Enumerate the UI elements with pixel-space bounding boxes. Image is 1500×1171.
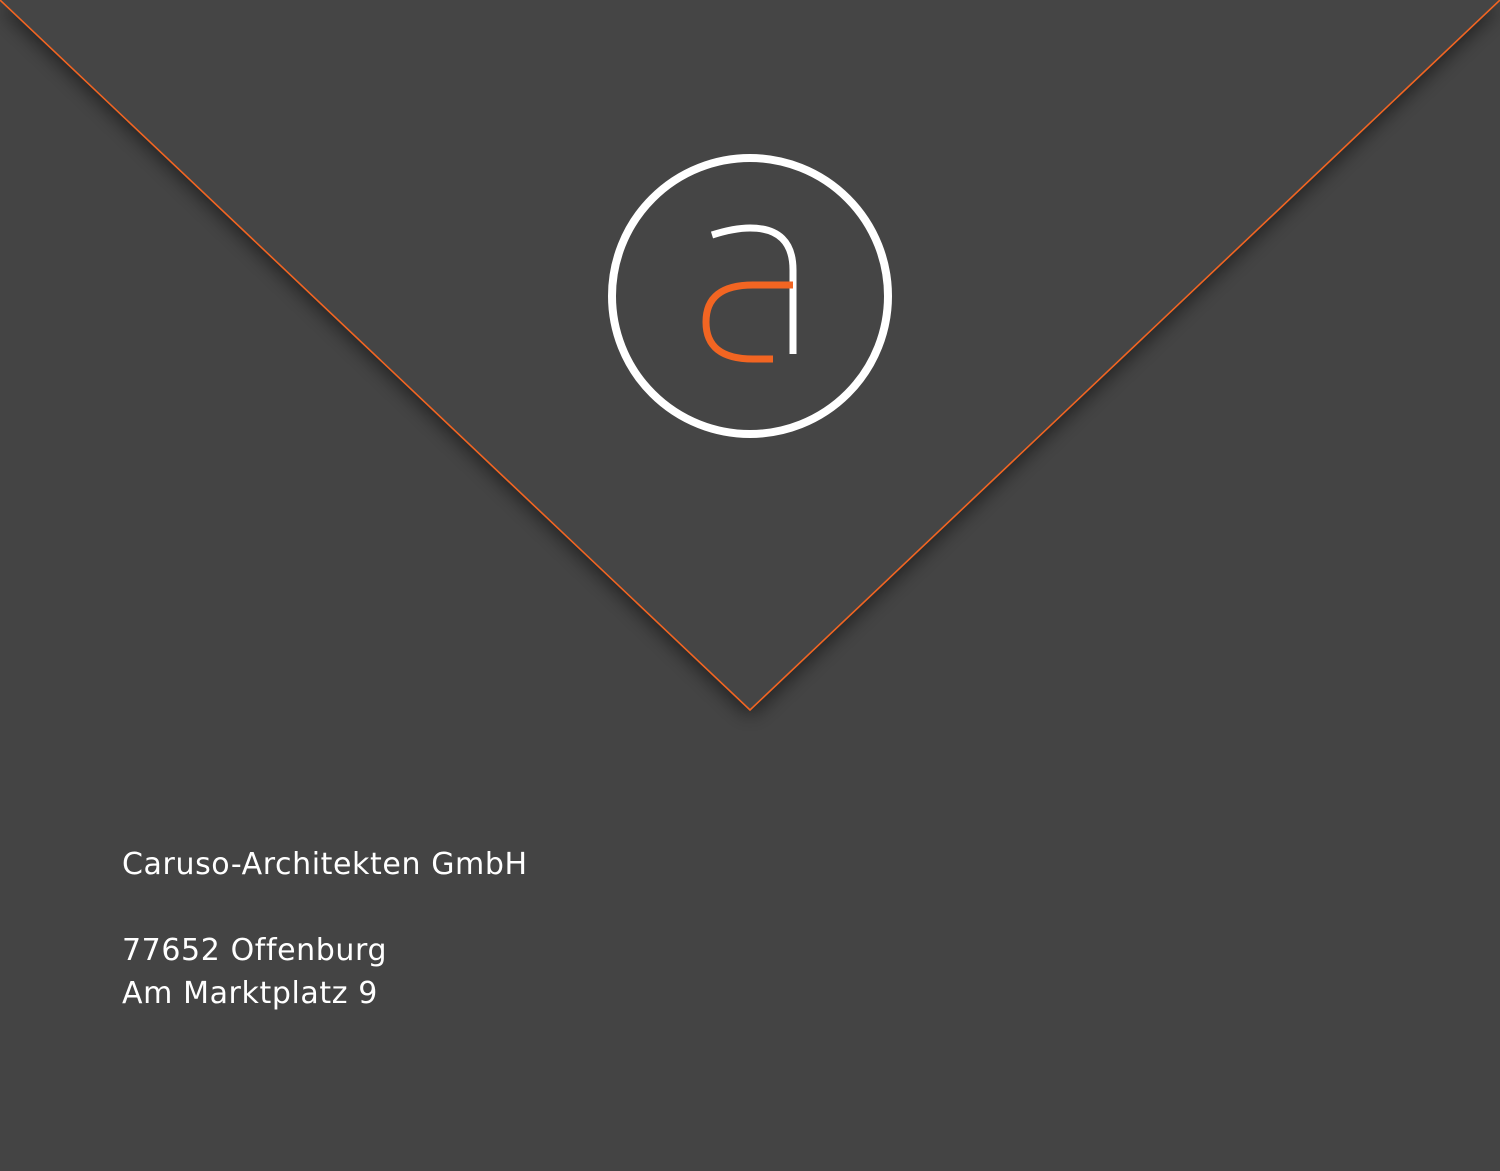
sender-address: Caruso-Architekten GmbH 77652 Offenburg …: [122, 843, 528, 1015]
postal-city: 77652 Offenburg: [122, 933, 388, 968]
logo-ring: [608, 154, 892, 438]
envelope-back: Caruso-Architekten GmbH 77652 Offenburg …: [0, 0, 1500, 1171]
caruso-a-monogram-icon: [608, 154, 892, 438]
company-name: Caruso-Architekten GmbH: [122, 847, 528, 882]
street-address: Am Marktplatz 9: [122, 976, 378, 1011]
logo-letter-bowl-orange: [702, 281, 793, 363]
address-spacer: [122, 886, 528, 929]
